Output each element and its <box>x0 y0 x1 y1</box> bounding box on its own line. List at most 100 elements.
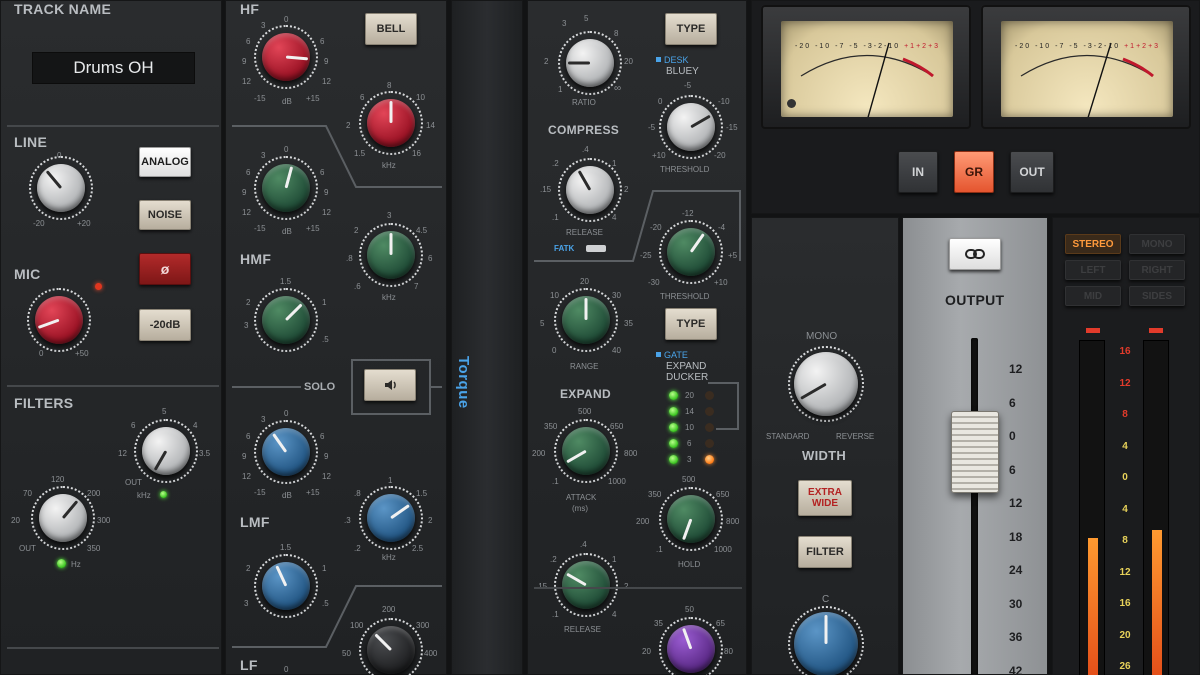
comp-type-button[interactable]: TYPE <box>665 13 717 45</box>
comp-threshold-scale: 0 <box>658 97 663 106</box>
hmf-gain-scale: -15 <box>254 224 266 233</box>
hf-gain-knob[interactable] <box>262 33 310 81</box>
exp-release-knob[interactable] <box>562 561 610 609</box>
gr-led-value: 10 <box>685 423 694 432</box>
lp-scale: 3.5 <box>199 449 211 458</box>
analog-button[interactable]: ANALOG <box>139 147 191 177</box>
attack-label: ATTACK <box>566 493 597 502</box>
lp-scale: 5 <box>162 407 167 416</box>
output-fader-handle[interactable] <box>951 411 999 493</box>
line-scale-min: -20 <box>33 219 45 228</box>
fader-scale: 12 6 0 6 12 18 24 30 36 42 <box>1009 362 1023 675</box>
vu-needle <box>1087 42 1112 117</box>
extra-wide-button[interactable]: EXTRA WIDE <box>798 480 852 516</box>
comp-threshold-scale: -20 <box>714 151 726 160</box>
right-mode-button[interactable]: RIGHT <box>1129 260 1185 280</box>
hp-scale: 120 <box>51 475 65 484</box>
lp-scale: 4 <box>193 421 198 430</box>
lmf-freq-knob[interactable] <box>367 494 415 542</box>
hf-freq-scale: 6 <box>360 93 365 102</box>
line-label: LINE <box>14 134 48 150</box>
solo-speaker-button[interactable] <box>364 369 416 401</box>
gr-led-left <box>669 423 678 432</box>
left-mode-button[interactable]: LEFT <box>1065 260 1121 280</box>
lmf-gain-scale: 3 <box>261 415 266 424</box>
track-name-field[interactable]: Drums OH <box>32 52 195 84</box>
lmf-gain-scale: 9 <box>324 452 329 461</box>
sides-mode-button[interactable]: SIDES <box>1129 286 1185 306</box>
hmf-gain-scale: 6 <box>246 168 251 177</box>
comp-threshold-scale: -5 <box>684 81 692 90</box>
exp-release-scale: .1 <box>552 610 559 619</box>
standard-label: STANDARD <box>766 432 810 441</box>
range-scale: 40 <box>612 346 621 355</box>
line-knob[interactable] <box>37 164 85 212</box>
phase-invert-button[interactable]: ø <box>139 253 191 285</box>
hf-label: HF <box>240 1 260 17</box>
master-meter-panel: STEREO MONO LEFT RIGHT MID SIDES 16 12 8… <box>1052 217 1200 675</box>
meter-out-button[interactable]: OUT <box>1010 151 1054 193</box>
gate-type-button[interactable]: TYPE <box>665 308 717 340</box>
lmf-gain-scale: 0 <box>284 409 289 418</box>
hold-knob[interactable] <box>667 495 715 543</box>
exp-threshold-scale: -25 <box>640 251 652 260</box>
hmf-gain-knob[interactable] <box>262 164 310 212</box>
width-knob[interactable] <box>794 352 858 416</box>
attack-scale: 650 <box>610 422 624 431</box>
lp-filter-knob[interactable] <box>142 427 190 475</box>
lmf-gain-scale: 12 <box>242 472 251 481</box>
speaker-icon <box>385 380 396 390</box>
dry-mix-knob[interactable] <box>667 625 715 673</box>
lf-freq-scale: 400 <box>424 649 438 658</box>
filter-button[interactable]: FILTER <box>798 536 852 568</box>
meter-in-button[interactable]: IN <box>898 151 938 193</box>
hmf-freq-knob[interactable] <box>367 231 415 279</box>
hf-gain-scale: -15 <box>254 94 266 103</box>
hold-scale: 200 <box>636 517 650 526</box>
ratio-scale: 1 <box>558 85 563 94</box>
mic-gain-knob[interactable] <box>35 296 83 344</box>
stereo-mode-button[interactable]: STEREO <box>1065 234 1121 254</box>
mid-mode-button[interactable]: MID <box>1065 286 1121 306</box>
ratio-label: RATIO <box>572 98 596 107</box>
exp-threshold-knob[interactable] <box>667 228 715 276</box>
comp-threshold-knob[interactable] <box>667 103 715 151</box>
hp-filter-led <box>57 559 66 568</box>
exp-threshold-scale: -12 <box>682 209 694 218</box>
hf-freq-scale: 8 <box>387 81 392 90</box>
hp-scale: 70 <box>23 489 32 498</box>
hf-bell-button[interactable]: BELL <box>365 13 417 45</box>
hmf-q-scale: .5 <box>322 335 329 344</box>
hp-filter-knob[interactable] <box>39 494 87 542</box>
attack-knob[interactable] <box>562 427 610 475</box>
hmf-q-knob[interactable] <box>262 296 310 344</box>
hf-gain-scale: 6 <box>320 37 325 46</box>
comp-release-scale: .4 <box>582 145 589 154</box>
range-knob[interactable] <box>562 296 610 344</box>
mono-mode-button[interactable]: MONO <box>1129 234 1185 254</box>
exp-threshold-scale: +5 <box>728 251 738 260</box>
attack-unit: (ms) <box>572 504 588 513</box>
lf-freq-knob[interactable] <box>367 626 415 674</box>
mix-scale: 50 <box>685 605 694 614</box>
pad-20db-button[interactable]: -20dB <box>139 309 191 341</box>
output-fader-track <box>971 338 978 675</box>
gr-led-left <box>669 439 678 448</box>
attack-scale: 800 <box>624 449 638 458</box>
link-button[interactable] <box>949 238 1001 270</box>
comp-threshold-scale: +10 <box>652 151 666 160</box>
noise-button[interactable]: NOISE <box>139 200 191 230</box>
hf-gain-scale: 12 <box>242 77 251 86</box>
meter-gr-button[interactable]: GR <box>954 151 994 193</box>
mic-scale-max: +50 <box>75 349 89 358</box>
gr-led-left <box>669 407 678 416</box>
hold-scale: .1 <box>656 545 663 554</box>
bluey-mode-label: BLUEY <box>666 66 699 77</box>
ratio-knob[interactable] <box>566 39 614 87</box>
line-scale-max: +20 <box>77 219 91 228</box>
pan-knob[interactable] <box>794 612 858 675</box>
mic-scale-min: 0 <box>39 349 44 358</box>
eq-panel: HF BELL 0 3 6 9 12 6 -15 dB +15 9 12 8 6… <box>225 0 447 675</box>
lmf-gain-knob[interactable] <box>262 428 310 476</box>
attack-scale: 1000 <box>608 477 626 486</box>
